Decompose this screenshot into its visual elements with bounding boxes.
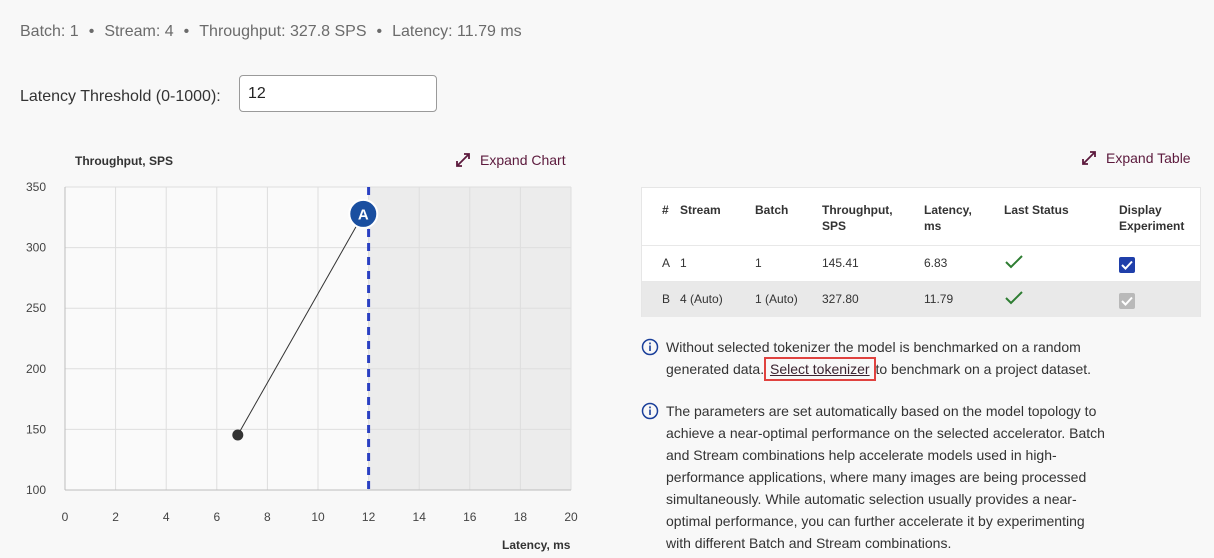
x-tick-label: 8	[264, 510, 271, 524]
y-tick-label: 100	[26, 483, 46, 497]
y-tick-label: 250	[26, 301, 46, 315]
checkbox-icon[interactable]	[1119, 256, 1135, 273]
checkbox-icon	[1119, 292, 1135, 309]
chart-y-axis-label: Throughput, SPS	[75, 154, 173, 168]
summary-batch: Batch: 1	[20, 23, 79, 40]
summary-stream: Stream: 4	[104, 23, 174, 40]
y-tick-label: 150	[26, 422, 46, 436]
parameters-info: The parameters are set automatically bas…	[641, 400, 1111, 554]
header-latency: Latency, ms	[924, 203, 972, 233]
throughput-latency-chart[interactable]: 0 2 4 6 8 10 12 14 16 18 20 100 150 200 250 300 350 A	[0, 175, 600, 535]
x-tick-label: 10	[311, 510, 325, 524]
x-tick-label: 16	[463, 510, 477, 524]
parameters-info-text: The parameters are set automatically bas…	[666, 403, 1105, 551]
expand-table-button[interactable]: Expand Table	[1082, 150, 1191, 166]
tokenizer-info: Without selected tokenizer the model is …	[641, 336, 1111, 381]
x-tick-label: 6	[213, 510, 220, 524]
x-tick-label: 0	[62, 510, 69, 524]
y-tick-label: 200	[26, 362, 46, 376]
x-tick-label: 2	[112, 510, 119, 524]
expand-arrows-icon	[456, 153, 470, 167]
summary-throughput: Throughput: 327.8 SPS	[199, 23, 367, 40]
row-batch: 1	[755, 244, 822, 281]
table-row[interactable]: A 1 1 145.41 6.83	[642, 244, 1200, 281]
summary-separator: •	[183, 23, 190, 40]
header-display-experiment: Display Experiment	[1119, 203, 1185, 233]
summary-separator: •	[376, 23, 383, 40]
table-header-row: # Stream Batch Throughput, SPS Latency, ms…	[642, 188, 1200, 245]
row-stream: 4 (Auto)	[680, 280, 755, 317]
row-stream: 1	[680, 244, 755, 281]
select-tokenizer-link[interactable]: Select tokenizer	[763, 357, 876, 381]
x-tick-label: 14	[413, 510, 427, 524]
row-status	[1004, 244, 1119, 281]
header-batch: Batch	[755, 203, 789, 217]
row-status	[1004, 280, 1119, 317]
row-latency: 11.79	[924, 280, 1004, 317]
row-throughput: 327.80	[822, 280, 924, 317]
chart-x-axis-label: Latency, ms	[502, 538, 571, 552]
row-id: B	[642, 280, 680, 317]
y-tick-label: 350	[26, 180, 46, 194]
latency-threshold-input[interactable]	[239, 75, 437, 112]
summary-latency: Latency: 11.79 ms	[392, 23, 522, 40]
latency-threshold-label: Latency Threshold (0-1000):	[20, 88, 221, 105]
header-last-status: Last Status	[1004, 203, 1069, 217]
checkmark-icon	[1005, 254, 1023, 268]
data-point-label: A	[358, 206, 369, 223]
checkmark-icon	[1005, 291, 1023, 305]
x-tick-label: 12	[362, 510, 376, 524]
data-point	[232, 429, 244, 441]
benchmark-summary: Batch: 1 • Stream: 4 • Throughput: 327.8 SPS…	[20, 23, 522, 41]
expand-chart-button[interactable]: Expand Chart	[456, 152, 566, 168]
row-display	[1119, 280, 1200, 317]
y-tick-label: 300	[26, 241, 46, 255]
info-circle-icon	[641, 338, 659, 356]
row-display	[1119, 244, 1200, 281]
tokenizer-info-text: Without selected tokenizer the model is …	[666, 339, 1092, 381]
row-id: A	[642, 244, 680, 281]
expand-chart-label: Expand Chart	[480, 152, 566, 168]
x-tick-label: 4	[163, 510, 170, 524]
header-id: #	[662, 203, 669, 217]
row-throughput: 145.41	[822, 244, 924, 281]
expand-table-label: Expand Table	[1106, 150, 1191, 166]
x-tick-label: 20	[564, 510, 578, 524]
expand-arrows-icon	[1082, 151, 1096, 165]
x-tick-label: 18	[514, 510, 528, 524]
experiments-table: # Stream Batch Throughput, SPS Latency, ms…	[641, 187, 1201, 317]
row-latency: 6.83	[924, 244, 1004, 281]
header-throughput: Throughput, SPS	[822, 203, 893, 233]
table-row[interactable]: B 4 (Auto) 1 (Auto) 327.80 11.79	[642, 280, 1200, 317]
summary-separator: •	[88, 23, 95, 40]
info-circle-icon	[641, 402, 659, 420]
row-batch: 1 (Auto)	[755, 280, 822, 317]
header-stream: Stream	[680, 203, 721, 217]
